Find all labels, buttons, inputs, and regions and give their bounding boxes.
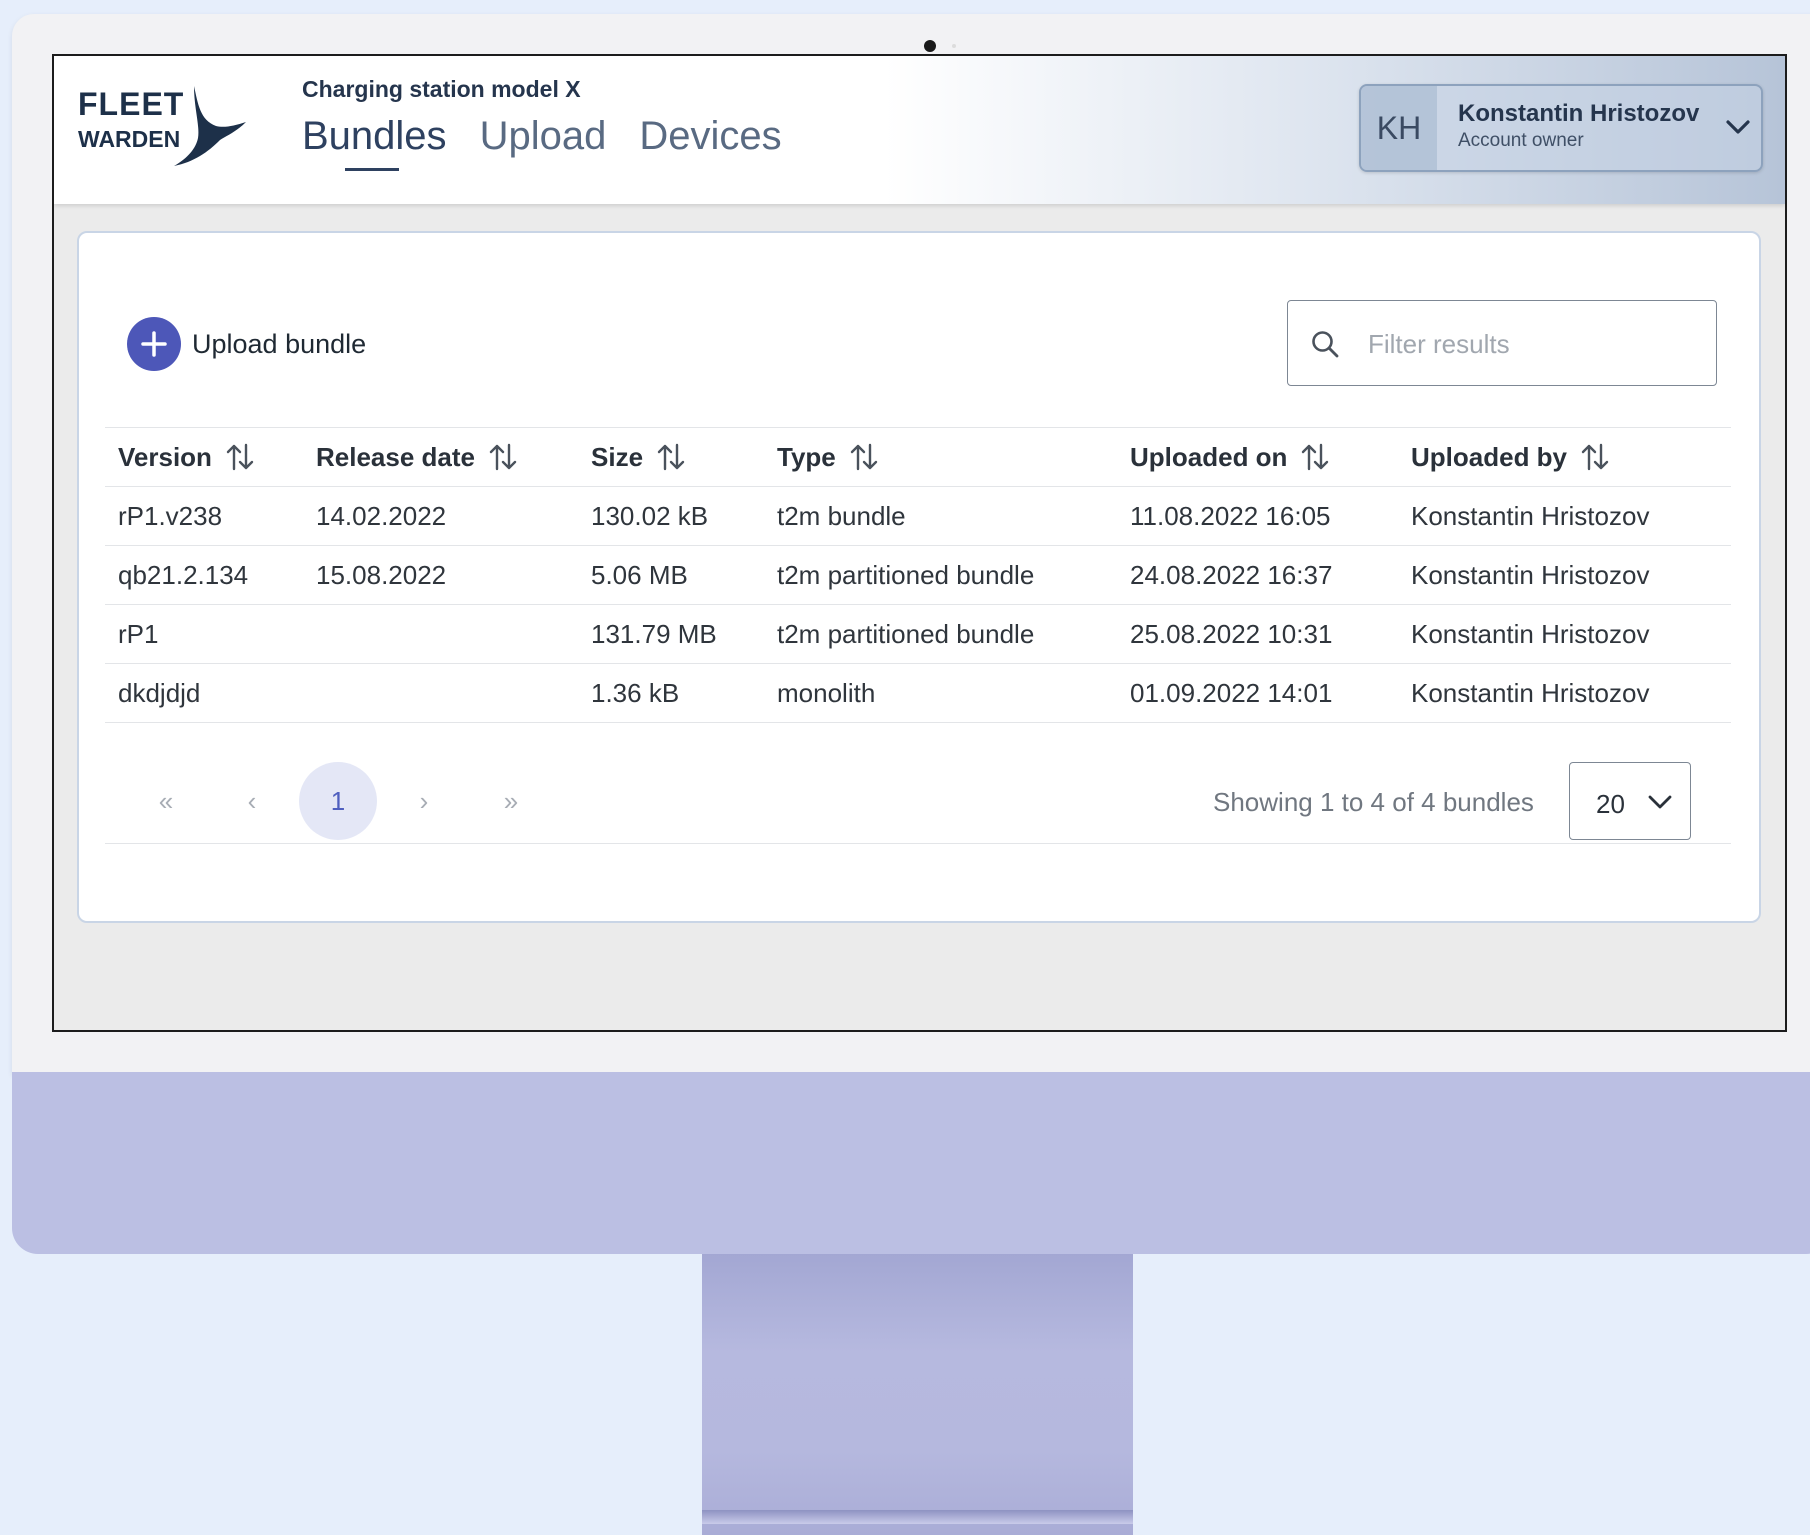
- sort-icon[interactable]: [226, 442, 254, 472]
- cell-type: t2m partitioned bundle: [764, 604, 1117, 664]
- column-label: Type: [777, 441, 836, 472]
- column-label: Uploaded by: [1411, 441, 1568, 472]
- chevron-down-icon[interactable]: [1725, 116, 1751, 138]
- fleet-warden-logo[interactable]: FLEET WARDEN: [78, 86, 248, 176]
- pagination-summary: Showing 1 to 4 of 4 bundles: [1213, 787, 1534, 817]
- table-row[interactable]: qb21.2.134 15.08.2022 5.06 MB t2m partit…: [105, 545, 1731, 605]
- cell-uploaded-by: Konstantin Hristozov: [1398, 663, 1731, 723]
- bundles-table: Version Release date Size Type Uploaded …: [105, 427, 1731, 723]
- main-nav: Bundles Upload Devices: [302, 114, 782, 171]
- column-header-release-date[interactable]: Release date: [303, 427, 578, 487]
- page-size-value: 20: [1596, 789, 1625, 819]
- filter-box[interactable]: [1287, 300, 1717, 386]
- column-label: Version: [118, 441, 212, 472]
- cell-release-date: [303, 604, 578, 664]
- cell-uploaded-on: 01.09.2022 14:01: [1117, 663, 1398, 723]
- search-icon: [1312, 331, 1339, 358]
- cell-uploaded-on: 24.08.2022 16:37: [1117, 545, 1398, 605]
- last-page-button[interactable]: »: [472, 762, 550, 840]
- avatar: KH: [1361, 86, 1437, 170]
- user-name: Konstantin Hristozov: [1458, 100, 1700, 127]
- upload-bundle-label: Upload bundle: [192, 328, 367, 359]
- cell-type: t2m partitioned bundle: [764, 545, 1117, 605]
- user-role: Account owner: [1458, 130, 1584, 151]
- cell-version: dkdjdjd: [105, 663, 303, 723]
- stingray-icon: [174, 86, 246, 166]
- cell-type: t2m bundle: [764, 486, 1117, 546]
- page-1-button[interactable]: 1: [299, 762, 377, 840]
- column-label: Uploaded on: [1130, 441, 1288, 472]
- cell-type: monolith: [764, 663, 1117, 723]
- first-page-button[interactable]: «: [127, 762, 205, 840]
- monitor-stand: [702, 1254, 1133, 1535]
- tab-upload[interactable]: Upload: [480, 114, 607, 159]
- cell-release-date: 14.02.2022: [303, 486, 578, 546]
- sort-icon[interactable]: [850, 442, 878, 472]
- column-label: Size: [591, 441, 644, 472]
- cell-size: 131.79 MB: [578, 604, 764, 664]
- upload-bundle-button[interactable]: Upload bundle: [127, 317, 366, 371]
- user-menu[interactable]: KH Konstantin Hristozov Account owner: [1359, 84, 1763, 172]
- camera-icon: [924, 40, 936, 52]
- sort-icon[interactable]: [657, 442, 685, 472]
- monitor-stand-base: [702, 1510, 1133, 1524]
- table-row[interactable]: rP1 131.79 MB t2m partitioned bundle 25.…: [105, 604, 1731, 664]
- column-header-uploaded-by[interactable]: Uploaded by: [1398, 427, 1731, 487]
- cell-uploaded-by: Konstantin Hristozov: [1398, 545, 1731, 605]
- page-size-select[interactable]: 20: [1569, 762, 1691, 840]
- cell-size: 130.02 kB: [578, 486, 764, 546]
- column-label: Release date: [316, 441, 475, 472]
- cell-version: rP1: [105, 604, 303, 664]
- cell-uploaded-by: Konstantin Hristozov: [1398, 604, 1731, 664]
- bundles-card: Upload bundle Version Release date Size …: [77, 231, 1761, 923]
- chevron-down-icon: [1648, 795, 1672, 809]
- cell-uploaded-on: 11.08.2022 16:05: [1117, 486, 1398, 546]
- table-row[interactable]: dkdjdjd 1.36 kB monolith 01.09.2022 14:0…: [105, 663, 1731, 723]
- cell-uploaded-on: 25.08.2022 10:31: [1117, 604, 1398, 664]
- table-header-row: Version Release date Size Type Uploaded …: [105, 427, 1731, 487]
- sort-icon[interactable]: [489, 442, 517, 472]
- screen: FLEET WARDEN Charging station model X Bu…: [52, 54, 1787, 1032]
- app-header: FLEET WARDEN Charging station model X Bu…: [54, 56, 1785, 204]
- cell-version: qb21.2.134: [105, 545, 303, 605]
- cell-version: rP1.v238: [105, 486, 303, 546]
- prev-page-button[interactable]: ‹: [213, 762, 291, 840]
- column-header-type[interactable]: Type: [764, 427, 1117, 487]
- cell-size: 5.06 MB: [578, 545, 764, 605]
- column-header-version[interactable]: Version: [105, 427, 303, 487]
- monitor-chin: [12, 1072, 1810, 1254]
- filter-input[interactable]: [1366, 321, 1700, 367]
- column-header-size[interactable]: Size: [578, 427, 764, 487]
- product-name: Charging station model X: [302, 76, 581, 102]
- plus-icon[interactable]: [127, 317, 181, 371]
- column-header-uploaded-on[interactable]: Uploaded on: [1117, 427, 1398, 487]
- sort-icon[interactable]: [1581, 442, 1609, 472]
- cell-release-date: 15.08.2022: [303, 545, 578, 605]
- cell-size: 1.36 kB: [578, 663, 764, 723]
- cell-uploaded-by: Konstantin Hristozov: [1398, 486, 1731, 546]
- pagination: « ‹ 1 › » Showing 1 to 4 of 4 bundles 20: [105, 733, 1731, 844]
- sort-icon[interactable]: [1301, 442, 1329, 472]
- tab-devices[interactable]: Devices: [639, 114, 781, 159]
- camera-sensor: [952, 44, 956, 48]
- cell-release-date: [303, 663, 578, 723]
- table-row[interactable]: rP1.v238 14.02.2022 130.02 kB t2m bundle…: [105, 486, 1731, 546]
- next-page-button[interactable]: ›: [385, 762, 463, 840]
- tab-bundles[interactable]: Bundles: [302, 114, 447, 171]
